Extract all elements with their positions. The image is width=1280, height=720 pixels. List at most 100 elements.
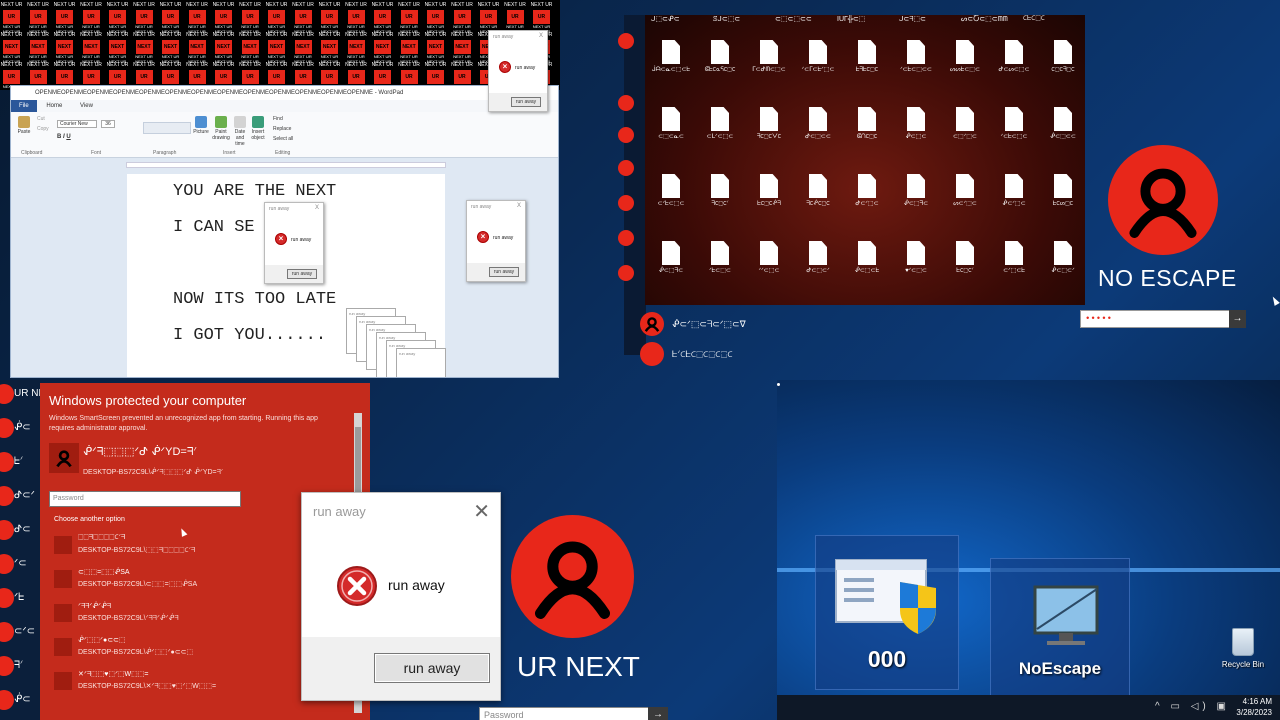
- run-away-button[interactable]: run away: [374, 653, 490, 683]
- file-label[interactable]: ⊂⬚⊂⬚⊂⊂: [775, 15, 812, 23]
- ur-next-tile[interactable]: NEXT URNEXTNEXT UR NEXT UR: [371, 30, 394, 64]
- ur-next-tile[interactable]: NEXT URURNEXT UR NEXT UR: [398, 0, 421, 34]
- file-label[interactable]: IUΓ╬⊂⬚: [837, 15, 865, 23]
- ur-next-tile[interactable]: NEXT URNEXTNEXT UR NEXT UR: [186, 30, 209, 64]
- scrollbar-thumb[interactable]: [355, 427, 361, 493]
- user-avatar[interactable]: [618, 95, 634, 111]
- user-list-item[interactable]: UR NE: [0, 382, 40, 406]
- run-away-button[interactable]: run away: [489, 267, 519, 277]
- run-away-dialog[interactable]: run away X × run away run away: [488, 30, 548, 112]
- run-away-dialog[interactable]: run away X × run away run away: [466, 200, 526, 282]
- user-avatar[interactable]: [618, 160, 634, 176]
- desktop-file[interactable]: ᖷ⊂⬚⊂ᐟ: [696, 174, 744, 240]
- shortcut-noescape[interactable]: NoEscape: [990, 558, 1130, 703]
- user-list-item[interactable]: ᕷ⊂ᐟ: [0, 484, 40, 508]
- ur-next-tile[interactable]: NEXT URNEXTNEXT UR NEXT UR: [133, 30, 156, 64]
- desktop-file[interactable]: ᖶ⊂ᔕ⬚⊂: [1039, 174, 1085, 240]
- desktop-file[interactable]: ᖶ⊂⬚⊂ᐟ: [941, 241, 989, 305]
- ur-next-tile[interactable]: NEXT URNEXTNEXT UR NEXT UR: [212, 30, 235, 64]
- select-all-button[interactable]: Select all: [273, 136, 293, 142]
- desktop-file[interactable]: ᕶ⊂⬚ᖷ⊂: [647, 241, 695, 305]
- clock-time[interactable]: 4:16 AM: [1243, 697, 1272, 706]
- user-avatar[interactable]: [618, 33, 634, 49]
- desktop-file[interactable]: ᕶ⊂ᐟ⬚⊂: [990, 174, 1038, 240]
- desktop-file[interactable]: ᖶᖷᖶ⊂⬚⊂: [843, 40, 891, 106]
- run-away-dialog-large[interactable]: run away ✕ run away run away: [301, 492, 501, 701]
- wordpad-title-bar[interactable]: OPENMEOPENMEOPENMEOPENMEOPENMEOPENMEOPEN…: [11, 86, 558, 100]
- desktop-file[interactable]: ᒥ⊂ᕷᗰ⊂⬚⊂: [745, 40, 793, 106]
- ur-next-tile[interactable]: NEXT URNEXTNEXT UR NEXT UR: [292, 30, 315, 64]
- find-button[interactable]: Find: [273, 116, 283, 122]
- date-time-button[interactable]: Date and time: [231, 116, 249, 147]
- desktop-file[interactable]: ᕶ⊂⬚⊂ᖶ: [843, 241, 891, 305]
- tab-view[interactable]: View: [72, 100, 101, 112]
- smartscreen-password-input[interactable]: Password: [49, 491, 241, 507]
- cut-button[interactable]: Cut: [37, 116, 45, 122]
- desktop-file[interactable]: ᕷ⊂ᔕ⊂⬚⊂: [990, 40, 1038, 106]
- close-icon[interactable]: X: [517, 203, 521, 209]
- user-list-item[interactable]: ᖶᐟ⊂ᖶ⊂⬚⊂⬚⊂⬚⊂: [640, 341, 733, 367]
- file-label[interactable]: ᔕ⊂Ⴀ⊂⬚⊂ᗰᗰ: [961, 15, 1008, 24]
- shortcut-000[interactable]: 000: [815, 535, 959, 690]
- desktop-file[interactable]: ᕳᖶ⊂ᓇᕋ⊂⬚⊂: [696, 40, 744, 106]
- ur-next-tile[interactable]: NEXT URURNEXT UR NEXT UR: [27, 0, 50, 34]
- account-option[interactable]: ᕶᐟ⬚⬚ᐟ●⊂⊂⬚ DESKTOP-BS72C9L\ᕶᐟ⬚⬚ᐟ●⊂⊂⬚: [54, 635, 334, 665]
- file-label[interactable]: ⊂ᖶ⊂⬚⊂: [1023, 15, 1045, 23]
- ur-next-tile[interactable]: NEXT URNEXTNEXT UR NEXT UR: [398, 30, 421, 64]
- ur-next-tile[interactable]: NEXT URNEXTNEXT UR NEXT UR: [80, 30, 103, 64]
- ur-next-tile[interactable]: NEXT URNEXTNEXT UR NEXT UR: [424, 30, 447, 64]
- ruler[interactable]: [126, 162, 446, 168]
- user-list-item[interactable]: ᕶ⊂ᐟ⬚⊂ᖷ⊂ᐟ⬚⊂ᐁ: [640, 311, 746, 337]
- run-away-dialog[interactable]: run away X × run away run away: [264, 202, 324, 284]
- ur-next-tile[interactable]: NEXT URURNEXT UR NEXT UR: [477, 0, 500, 34]
- paint-drawing-button[interactable]: Paint drawing: [211, 116, 231, 141]
- ur-next-tile[interactable]: NEXT URURNEXT UR NEXT UR: [451, 0, 474, 34]
- file-label[interactable]: ꕷᒎ⊂⬚⊂: [713, 15, 740, 24]
- ur-next-tile[interactable]: NEXT URURNEXT UR NEXT UR: [53, 0, 76, 34]
- recycle-bin[interactable]: Recycle Bin: [1220, 628, 1266, 669]
- clock-date[interactable]: 3/28/2023: [1236, 708, 1272, 717]
- user-list-item[interactable]: ᖶᐟ: [0, 450, 40, 474]
- user-avatar[interactable]: [618, 265, 634, 281]
- desktop-file[interactable]: ᕷ⊂ᐟ⬚⊂: [843, 174, 891, 240]
- user-list-item[interactable]: ᕷ⊂: [0, 518, 40, 542]
- desktop-file[interactable]: ⊂⬚⊂ᖷ⬚⊂: [1039, 40, 1085, 106]
- ur-next-tile[interactable]: NEXT URNEXTNEXT UR NEXT UR: [345, 30, 368, 64]
- ur-next-tile[interactable]: NEXT URNEXTNEXT UR NEXT UR: [0, 30, 23, 64]
- ur-next-tile[interactable]: NEXT URURNEXT UR NEXT UR: [239, 0, 262, 34]
- desktop-file[interactable]: ⊂ᐟᖶ⊂⬚⊂: [647, 174, 695, 240]
- tab-home[interactable]: Home: [38, 100, 70, 112]
- desktop-file[interactable]: ᕳᑎ⊂⬚⊂: [843, 107, 891, 173]
- font-size-select[interactable]: 36: [101, 120, 115, 128]
- desktop-file[interactable]: ᖷ⊂⬚⊂ᐯ⊂: [745, 107, 793, 173]
- ur-next-tile[interactable]: NEXT URURNEXT UR NEXT UR: [292, 0, 315, 34]
- ur-next-tile[interactable]: NEXT URURNEXT UR NEXT UR: [424, 0, 447, 34]
- close-icon[interactable]: ✕: [473, 499, 490, 524]
- file-label[interactable]: ᒎ⬚⊂ᕶ⊂: [651, 15, 680, 23]
- ur-next-tile[interactable]: NEXT URURNEXT UR NEXT UR: [0, 0, 23, 34]
- ur-next-tile[interactable]: NEXT URURNEXT UR NEXT UR: [159, 0, 182, 34]
- ur-next-tile[interactable]: NEXT URNEXTNEXT UR NEXT UR: [106, 30, 129, 64]
- desktop-file[interactable]: ᖶ⊂⬚⊂ᕶᖷ: [745, 174, 793, 240]
- ur-next-tile[interactable]: NEXT URURNEXT UR NEXT UR: [504, 0, 527, 34]
- user-list-item[interactable]: ᕶ⊂: [0, 688, 40, 712]
- user-list-item[interactable]: ᖷᐟ: [0, 654, 40, 678]
- ur-next-tile[interactable]: NEXT URNEXTNEXT UR NEXT UR: [27, 30, 50, 64]
- run-away-button[interactable]: run away: [511, 97, 541, 107]
- ur-next-tile[interactable]: NEXT URURNEXT UR NEXT UR: [318, 0, 341, 34]
- desktop-file[interactable]: ᐟᐟ⊂⬚⊂: [745, 241, 793, 305]
- run-away-button[interactable]: run away: [287, 269, 317, 279]
- desktop-file[interactable]: ᕶ⊂⬚⊂⊂: [1039, 107, 1085, 173]
- desktop-file[interactable]: ᕷ⊂⬚⊂⊂: [794, 107, 842, 173]
- ur-next-tile[interactable]: NEXT URNEXTNEXT UR NEXT UR: [239, 30, 262, 64]
- ur-next-tile[interactable]: NEXT URNEXTNEXT UR NEXT UR: [265, 30, 288, 64]
- ur-next-submit-arrow-icon[interactable]: →: [648, 707, 668, 720]
- desktop-file[interactable]: ⊂ᐟ⬚⊂ᖶ: [990, 241, 1038, 305]
- file-label[interactable]: ᒎ⊂ᖷ⬚⊂: [899, 15, 926, 24]
- desktop-file[interactable]: ᕶ⊂⬚⊂ᐟ: [1039, 241, 1085, 305]
- picture-button[interactable]: Picture: [193, 116, 209, 135]
- ur-next-tile[interactable]: NEXT URURNEXT UR NEXT UR: [530, 0, 553, 34]
- desktop-file[interactable]: ᔕ⊂ᐟ⬚⊂: [941, 174, 989, 240]
- no-escape-submit-arrow-icon[interactable]: →: [1229, 310, 1246, 328]
- user-avatar[interactable]: [618, 230, 634, 246]
